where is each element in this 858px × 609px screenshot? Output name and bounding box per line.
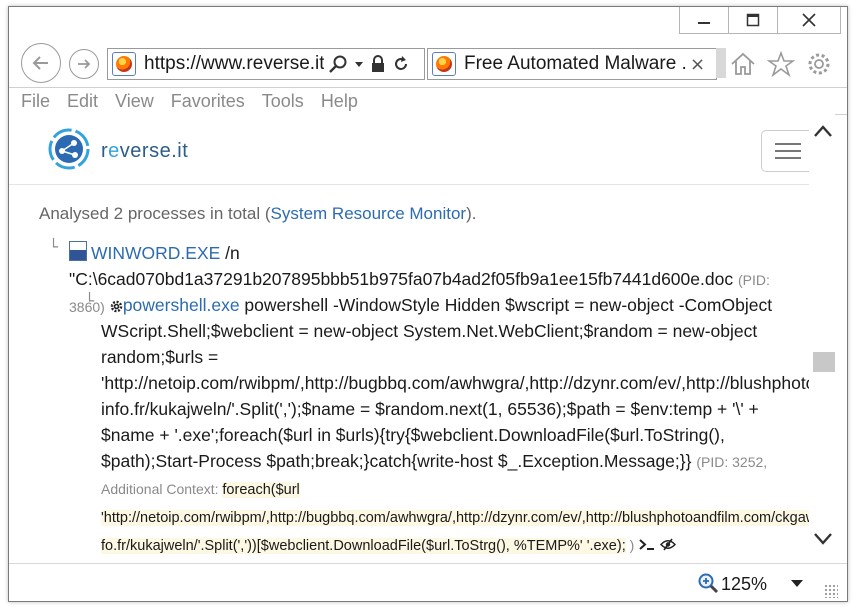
- hamburger-line: [775, 143, 801, 145]
- navigation-toolbar: https://www.reverse.it/ Free Automated M…: [9, 39, 847, 87]
- scroll-down-arrow-icon[interactable]: [813, 532, 833, 546]
- process-tree-item-powershell: · powershell.exe powershell -WindowStyle …: [101, 292, 809, 559]
- browser-tab[interactable]: Free Automated Malware ... ×: [427, 48, 717, 80]
- tree-bullet: ·: [109, 295, 115, 315]
- site-header: reverse.it: [9, 114, 809, 185]
- close-window-button[interactable]: [777, 7, 841, 34]
- refresh-icon[interactable]: [392, 54, 410, 74]
- close-icon: [802, 13, 816, 27]
- tree-branch-icon: └: [85, 292, 95, 310]
- menu-file[interactable]: File: [21, 91, 50, 112]
- page-content: reverse.it Analysed 2 processes in total…: [9, 114, 809, 562]
- hamburger-line: [775, 150, 801, 152]
- back-arrow-icon: [32, 56, 48, 70]
- search-icon[interactable]: [328, 54, 348, 74]
- back-button[interactable]: [21, 43, 61, 83]
- tab-title: Free Automated Malware ...: [464, 53, 686, 74]
- eye-slash-icon[interactable]: [660, 538, 677, 551]
- status-bar: 125%: [9, 563, 847, 602]
- site-favicon-icon: [112, 52, 136, 76]
- vertical-scrollbar[interactable]: [809, 114, 835, 562]
- minimize-icon: [698, 22, 710, 24]
- forward-button[interactable]: [69, 49, 99, 79]
- word-document-icon: [69, 241, 87, 261]
- winword-process-link[interactable]: WINWORD.EXE: [91, 243, 220, 263]
- lock-icon[interactable]: [370, 54, 386, 74]
- tab-favicon-icon: [432, 52, 456, 76]
- tree-branch-icon: └: [49, 238, 59, 256]
- address-url[interactable]: https://www.reverse.it/: [144, 53, 324, 75]
- zoom-dropdown-arrow-icon[interactable]: [791, 580, 803, 587]
- maximize-icon: [746, 13, 760, 27]
- window-caption-buttons: [679, 7, 841, 37]
- menu-help[interactable]: Help: [321, 91, 358, 112]
- scroll-up-arrow-icon[interactable]: [813, 124, 833, 138]
- favorites-star-icon[interactable]: [767, 51, 795, 77]
- reverse-it-logo-icon[interactable]: [47, 127, 91, 171]
- new-tab-button[interactable]: [716, 48, 726, 78]
- powershell-process-link[interactable]: powershell.exe: [123, 295, 240, 315]
- menu-view[interactable]: View: [115, 91, 154, 112]
- forward-arrow-icon: [78, 59, 91, 69]
- site-logo-text[interactable]: reverse.it: [101, 140, 188, 163]
- hamburger-line: [775, 157, 801, 159]
- settings-gear-icon[interactable]: [805, 51, 833, 77]
- menu-edit[interactable]: Edit: [67, 91, 98, 112]
- zoom-level[interactable]: 125%: [721, 574, 767, 595]
- maximize-button[interactable]: [728, 7, 778, 34]
- zoom-icon[interactable]: [697, 572, 719, 594]
- menu-bar: File Edit View Favorites Tools Help: [9, 87, 847, 115]
- address-bar[interactable]: https://www.reverse.it/: [107, 48, 425, 80]
- terminal-icon[interactable]: [639, 538, 655, 551]
- powershell-pid-close: ): [625, 537, 635, 553]
- browser-window: https://www.reverse.it/ Free Automated M…: [8, 6, 848, 602]
- system-resource-monitor-link[interactable]: System Resource Monitor: [271, 204, 467, 223]
- resize-grip[interactable]: [824, 584, 838, 598]
- home-icon[interactable]: [729, 51, 757, 77]
- tab-close-button[interactable]: ×: [690, 54, 705, 75]
- powershell-command-line: powershell -WindowStyle Hidden $wscript …: [101, 295, 809, 471]
- menu-favorites[interactable]: Favorites: [171, 91, 245, 112]
- hamburger-menu-button[interactable]: [761, 130, 809, 172]
- process-summary: Analysed 2 processes in total (System Re…: [39, 204, 477, 223]
- scrollbar-thumb[interactable]: [813, 352, 835, 372]
- menu-tools[interactable]: Tools: [262, 91, 304, 112]
- dropdown-arrow-icon[interactable]: [354, 54, 364, 74]
- minimize-button[interactable]: [679, 7, 729, 34]
